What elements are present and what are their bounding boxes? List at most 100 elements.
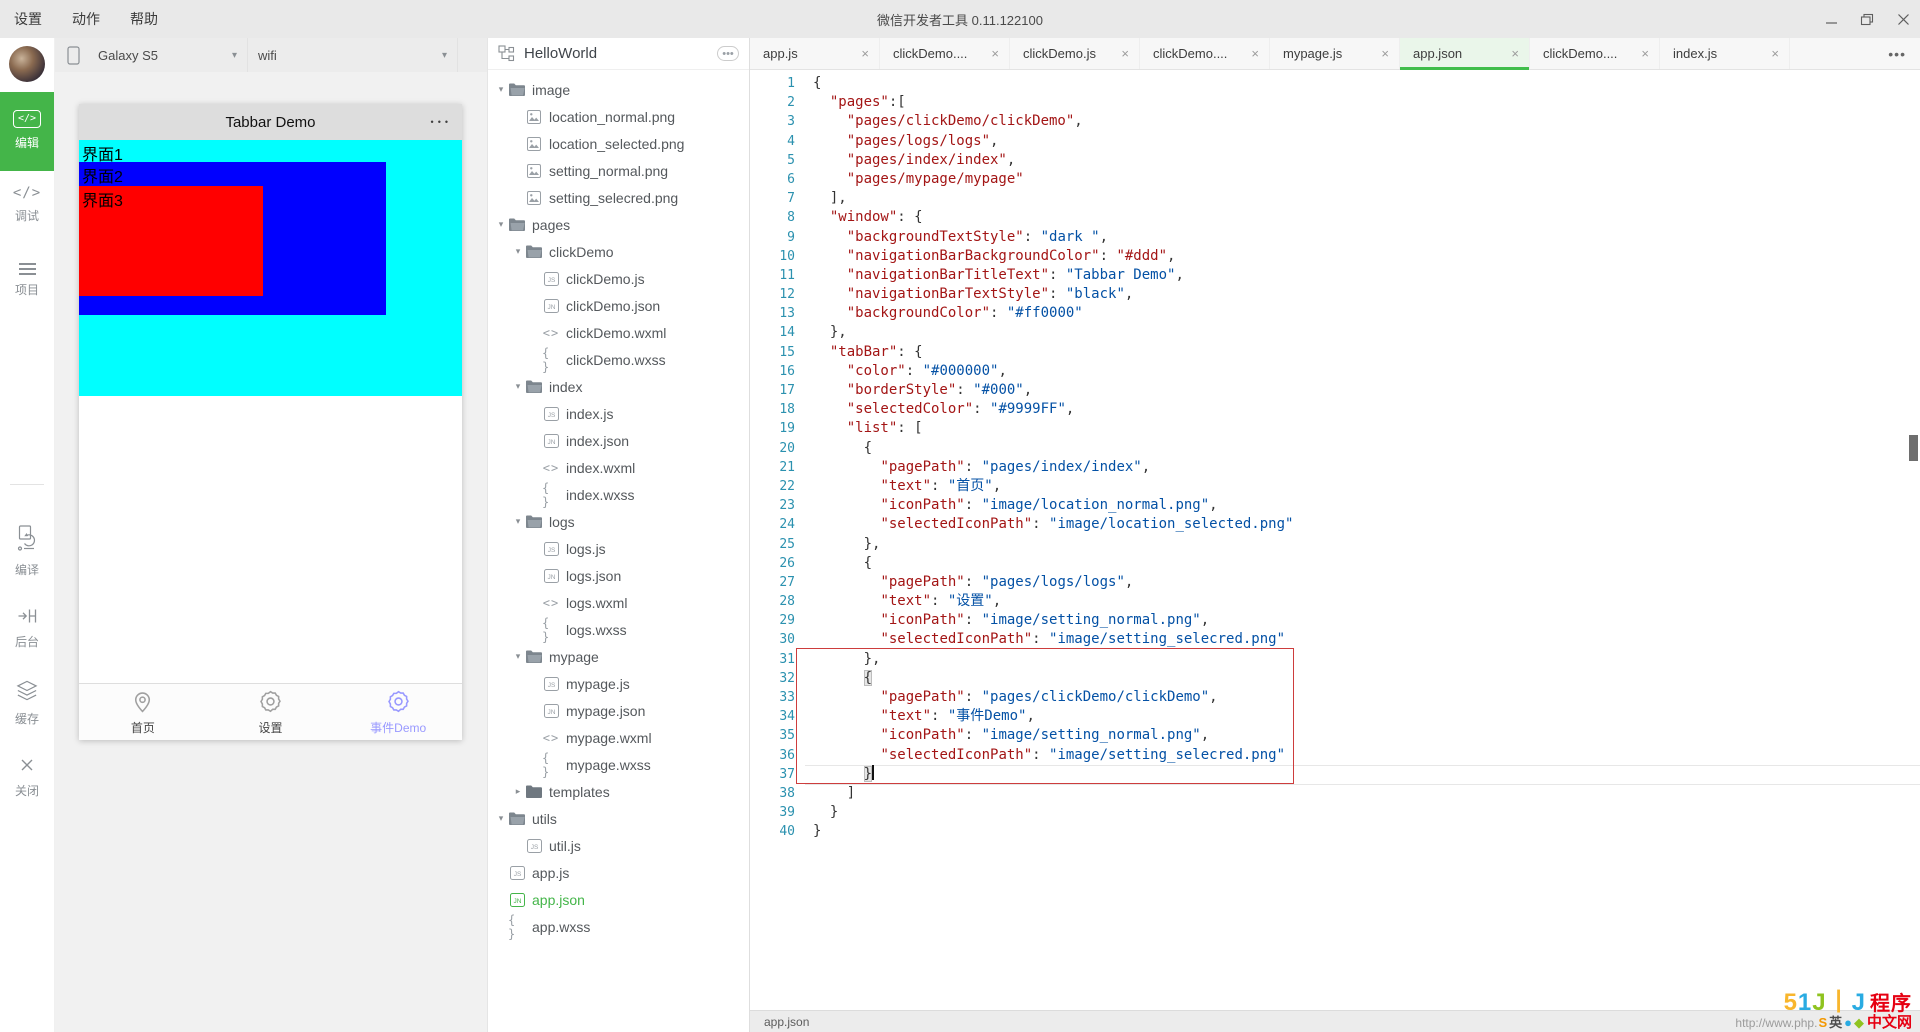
code-line[interactable]: "backgroundColor": "#ff0000"	[750, 304, 1920, 323]
tree-row[interactable]: JN logs.json	[488, 562, 749, 589]
scrollbar-thumb[interactable]	[1909, 435, 1918, 461]
tree-row[interactable]: JN clickDemo.json	[488, 292, 749, 319]
sidebar-item-compile[interactable]: 编译	[0, 511, 54, 594]
sidebar-item-background[interactable]: 后台	[0, 594, 54, 666]
code-line[interactable]: "text": "事件Demo",	[750, 707, 1920, 726]
tree-row[interactable]: { } mypage.wxss	[488, 751, 749, 779]
code-line[interactable]: "pages/clickDemo/clickDemo",	[750, 112, 1920, 131]
caret-down-icon[interactable]: ▾	[494, 813, 508, 824]
tree-row[interactable]: ▾ mypage	[488, 643, 749, 670]
code-line[interactable]: "selectedColor": "#9999FF",	[750, 400, 1920, 419]
tree-row[interactable]: JN app.json	[488, 886, 749, 913]
tab-close-icon[interactable]: ×	[859, 46, 871, 61]
code-line[interactable]: "pages/logs/logs",	[750, 132, 1920, 151]
editor-tab[interactable]: clickDemo.... ×	[880, 38, 1010, 69]
tab-close-icon[interactable]: ×	[1119, 46, 1131, 61]
code-line[interactable]: },	[750, 650, 1920, 669]
tab-close-icon[interactable]: ×	[1639, 46, 1651, 61]
code-line[interactable]: "navigationBarBackgroundColor": "#ddd",	[750, 247, 1920, 266]
tree-row[interactable]: JS logs.js	[488, 535, 749, 562]
app-view-1[interactable]: 界面1 界面2 界面3	[79, 140, 462, 396]
code-line[interactable]: "iconPath": "image/setting_normal.png",	[750, 726, 1920, 745]
code-line[interactable]: "list": [	[750, 419, 1920, 438]
code-line[interactable]: "iconPath": "image/setting_normal.png",	[750, 611, 1920, 630]
editor-tab[interactable]: clickDemo.js ×	[1010, 38, 1140, 69]
code-line[interactable]: "color": "#000000",	[750, 362, 1920, 381]
tree-row[interactable]: ▾ image	[488, 76, 749, 103]
code-line[interactable]: {	[750, 74, 1920, 93]
tabs-more-button[interactable]: •••	[1888, 38, 1906, 70]
code-line[interactable]: "text": "首页",	[750, 477, 1920, 496]
tab-close-icon[interactable]: ×	[1509, 46, 1521, 61]
code-editor[interactable]: 1 2 3 4 5 6 7 8 9 10 11 12 13 14 15 16 17 18 19 20 21 22 23 24 2…	[750, 70, 1920, 1010]
editor-tab[interactable]: app.json ×	[1400, 38, 1530, 70]
editor-tab[interactable]: clickDemo.... ×	[1140, 38, 1270, 69]
caret-down-icon[interactable]: ▾	[511, 246, 525, 257]
tree-row[interactable]: setting_normal.png	[488, 157, 749, 184]
code-line[interactable]: "window": {	[750, 208, 1920, 227]
phone-tab-事件Demo[interactable]: 事件Demo	[334, 684, 462, 740]
caret-down-icon[interactable]: ▾	[494, 84, 508, 95]
tree-row[interactable]: ▾ index	[488, 373, 749, 400]
editor-tab[interactable]: mypage.js ×	[1270, 38, 1400, 69]
code-line[interactable]: ]	[750, 784, 1920, 803]
code-line[interactable]: "navigationBarTitleText": "Tabbar Demo",	[750, 266, 1920, 285]
tree-row[interactable]: { } clickDemo.wxss	[488, 346, 749, 374]
code-line[interactable]: "borderStyle": "#000",	[750, 381, 1920, 400]
code-line[interactable]: "iconPath": "image/location_normal.png",	[750, 496, 1920, 515]
tree-row[interactable]: <> clickDemo.wxml	[488, 319, 749, 346]
code-line[interactable]: "pages/mypage/mypage"	[750, 170, 1920, 189]
phone-tab-首页[interactable]: 首页	[79, 684, 207, 740]
code-line[interactable]: }	[750, 764, 1920, 784]
code-line[interactable]: "pagePath": "pages/logs/logs",	[750, 573, 1920, 592]
tree-row[interactable]: JN mypage.json	[488, 697, 749, 724]
code-line[interactable]: }	[750, 822, 1920, 841]
tab-close-icon[interactable]: ×	[1249, 46, 1261, 61]
menu-item-2[interactable]: 帮助	[130, 9, 158, 29]
phone-tab-设置[interactable]: 设置	[207, 684, 335, 740]
tree-row[interactable]: <> index.wxml	[488, 454, 749, 481]
caret-down-icon[interactable]: ▾	[511, 651, 525, 662]
code-line[interactable]: "selectedIconPath": "image/location_sele…	[750, 515, 1920, 534]
caret-down-icon[interactable]: ▾	[511, 516, 525, 527]
restore-icon[interactable]	[1860, 12, 1874, 26]
avatar[interactable]	[9, 46, 45, 82]
tree-row[interactable]: ▾ clickDemo	[488, 238, 749, 265]
code-line[interactable]: "navigationBarTextStyle": "black",	[750, 285, 1920, 304]
code-line[interactable]: "text": "设置",	[750, 592, 1920, 611]
sidebar-item-code-box[interactable]: </> 编辑	[0, 92, 54, 171]
editor-tab[interactable]: index.js ×	[1660, 38, 1790, 69]
sidebar-item-menu[interactable]: 项目	[0, 240, 54, 314]
minimize-icon[interactable]	[1824, 12, 1838, 26]
caret-right-icon[interactable]: ▸	[511, 786, 525, 797]
code-line[interactable]: {	[750, 669, 1920, 688]
tab-close-icon[interactable]: ×	[1769, 46, 1781, 61]
code-line[interactable]: "pages/index/index",	[750, 151, 1920, 170]
app-view-3[interactable]: 界面3	[79, 186, 263, 296]
code-line[interactable]: {	[750, 554, 1920, 573]
device-select[interactable]: Galaxy S5 ▾	[88, 38, 248, 72]
menu-item-1[interactable]: 动作	[72, 9, 100, 29]
tree-row[interactable]: { } logs.wxss	[488, 616, 749, 644]
code-line[interactable]: "selectedIconPath": "image/setting_selec…	[750, 746, 1920, 765]
network-select[interactable]: wifi ▾	[248, 38, 458, 72]
tab-close-icon[interactable]: ×	[1379, 46, 1391, 61]
code-line[interactable]: ],	[750, 189, 1920, 208]
caret-down-icon[interactable]: ▾	[511, 381, 525, 392]
code-line[interactable]: }	[750, 803, 1920, 822]
editor-tab[interactable]: clickDemo.... ×	[1530, 38, 1660, 69]
editor-tab[interactable]: app.js ×	[750, 38, 880, 69]
tab-close-icon[interactable]: ×	[989, 46, 1001, 61]
tree-row[interactable]: JS mypage.js	[488, 670, 749, 697]
tree-row[interactable]: JS util.js	[488, 832, 749, 859]
code-line[interactable]: "backgroundTextStyle": "dark ",	[750, 228, 1920, 247]
tree-row[interactable]: JN index.json	[488, 427, 749, 454]
phone-menu-dots[interactable]: •••	[431, 104, 452, 140]
code-line[interactable]: "pages":[	[750, 93, 1920, 112]
sidebar-item-cache[interactable]: 缓存	[0, 666, 54, 743]
close-window-icon[interactable]	[1896, 12, 1910, 26]
caret-down-icon[interactable]: ▾	[494, 219, 508, 230]
tree-row[interactable]: JS index.js	[488, 400, 749, 427]
tree-row[interactable]: <> logs.wxml	[488, 589, 749, 616]
tree-row[interactable]: <> mypage.wxml	[488, 724, 749, 751]
